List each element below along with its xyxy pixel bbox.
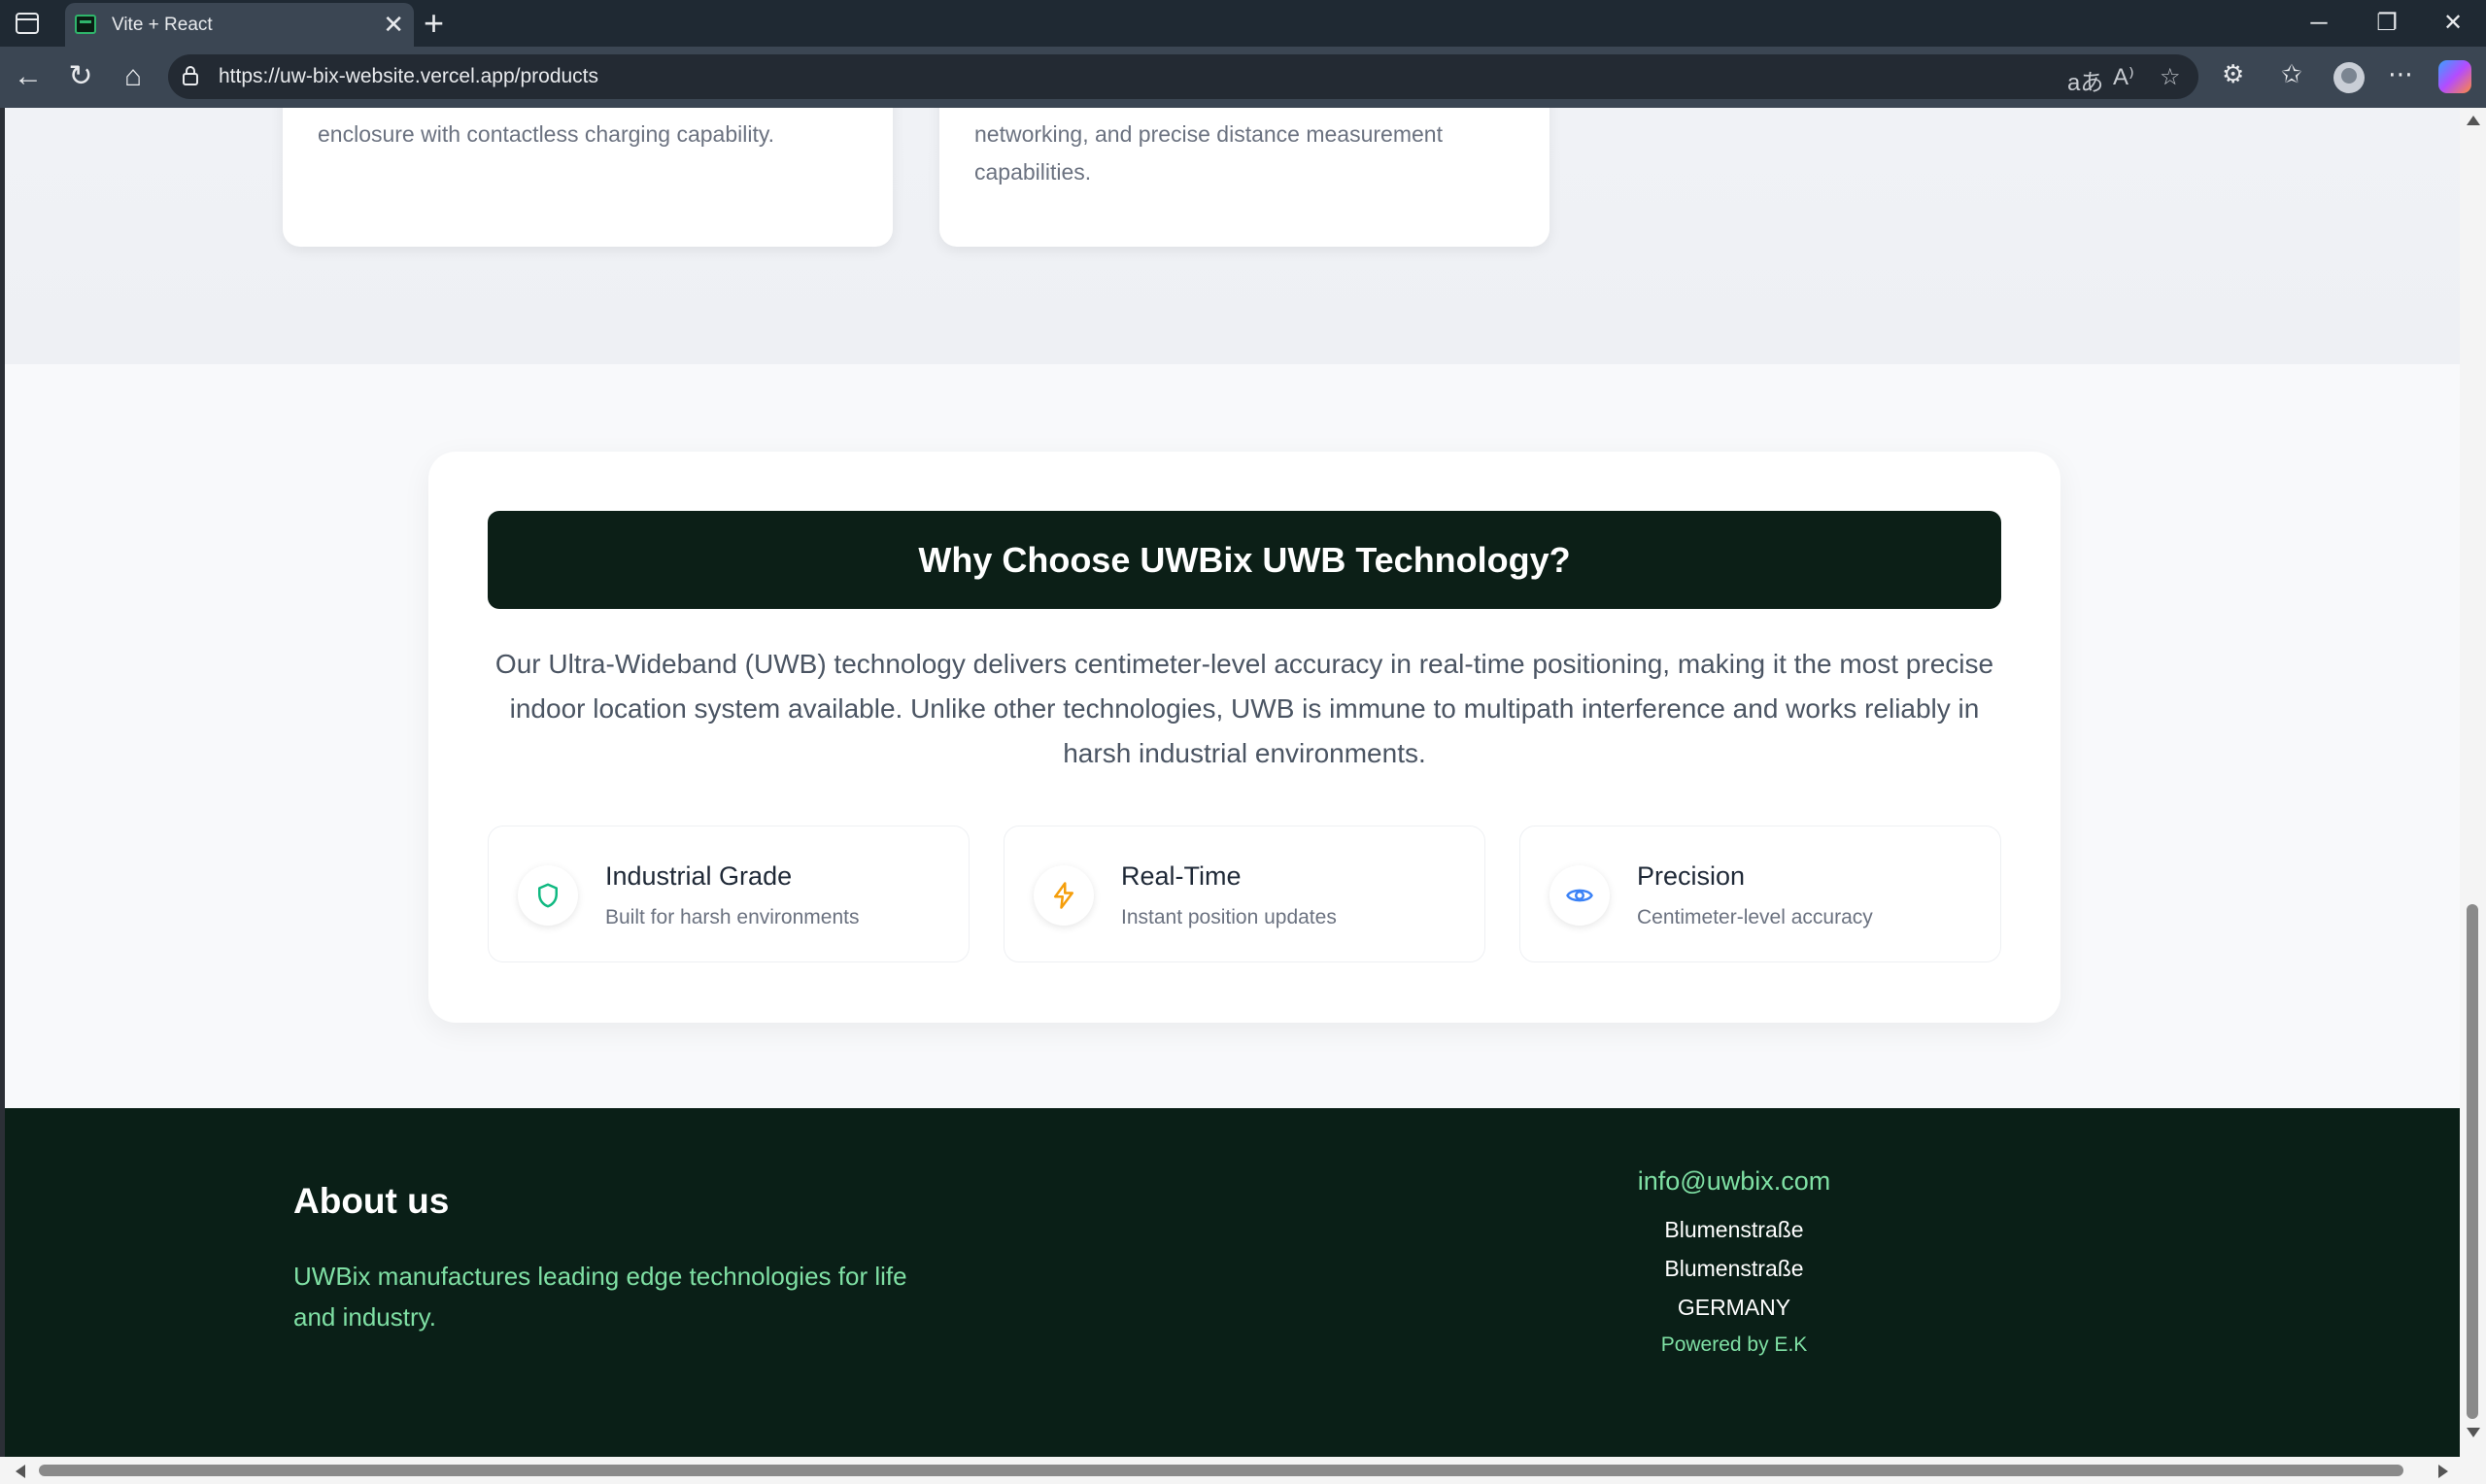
feature-title: Industrial Grade (605, 861, 793, 891)
feature-subtitle: Centimeter-level accuracy (1637, 906, 1873, 928)
horizontal-scroll-thumb[interactable] (39, 1465, 2403, 1476)
vertical-scrollbar[interactable] (2460, 108, 2486, 1457)
extensions-icon[interactable]: ⚙ (2222, 59, 2244, 89)
email-link[interactable]: info@uwbix.com (1598, 1166, 1870, 1197)
home-button[interactable]: ⌂ (116, 61, 151, 92)
lock-icon[interactable] (182, 65, 199, 86)
products-section: enclosure with contactless charging capa… (5, 108, 2460, 364)
close-window-button[interactable]: ✕ (2429, 6, 2477, 41)
scroll-down-arrow-icon[interactable] (2467, 1428, 2480, 1437)
why-choose-card: Why Choose UWBix UWB Technology? Our Ult… (428, 452, 2060, 1023)
refresh-button[interactable]: ↻ (63, 61, 98, 92)
url-field[interactable]: https://uw-bix-website.vercel.app/produc… (168, 54, 2198, 99)
lightning-icon (1054, 882, 1073, 909)
feature-subtitle: Instant position updates (1121, 906, 1337, 928)
scroll-left-arrow-icon[interactable] (16, 1465, 25, 1478)
translate-icon[interactable]: aあ (2067, 63, 2103, 97)
about-text: UWBix manufactures leading edge technolo… (293, 1262, 907, 1332)
feature-card-realtime: Real-Time Instant position updates (1004, 826, 1485, 962)
feature-icon-wrap (518, 865, 578, 926)
why-description: Our Ultra-Wideband (UWB) technology deli… (494, 649, 1994, 768)
tab-title: Vite + React (112, 15, 213, 35)
copilot-icon[interactable] (2438, 60, 2471, 93)
feature-title: Real-Time (1121, 861, 1242, 891)
why-title-bar: Why Choose UWBix UWB Technology? (488, 511, 2001, 609)
feature-icon-wrap (1034, 865, 1094, 926)
why-title: Why Choose UWBix UWB Technology? (918, 539, 1571, 580)
new-tab-button[interactable]: + (424, 4, 444, 43)
minimize-button[interactable]: ─ (2295, 6, 2343, 41)
product-card-text: networking, and precise distance measure… (974, 121, 1443, 185)
contact-block: info@uwbix.com Blumenstraße Blumenstraße… (1598, 1166, 1870, 1364)
restore-button[interactable]: ❐ (2363, 6, 2411, 41)
address-country: GERMANY (1677, 1295, 1791, 1320)
sidebar-toggle-icon[interactable] (14, 11, 41, 36)
read-aloud-icon[interactable]: A⁾ (2113, 63, 2134, 91)
page-viewport: enclosure with contactless charging capa… (5, 108, 2460, 1457)
back-button[interactable]: ← (11, 61, 46, 92)
favicon-icon (75, 15, 96, 34)
scroll-right-arrow-icon[interactable] (2438, 1465, 2448, 1478)
feature-subtitle: Built for harsh environments (605, 906, 860, 928)
product-card-text: enclosure with contactless charging capa… (318, 121, 775, 147)
tab-close-icon[interactable]: ✕ (383, 11, 404, 38)
feature-card-industrial: Industrial Grade Built for harsh environ… (488, 826, 970, 962)
eye-icon (1566, 889, 1593, 902)
product-card: enclosure with contactless charging capa… (283, 108, 893, 247)
shield-icon (538, 883, 558, 908)
feature-title: Precision (1637, 861, 1746, 891)
profile-avatar[interactable] (2333, 62, 2365, 93)
more-options-icon[interactable]: ⋯ (2388, 59, 2413, 89)
url-text: https://uw-bix-website.vercel.app/produc… (219, 65, 599, 87)
site-footer: About us UWBix manufactures leading edge… (5, 1108, 2460, 1457)
scroll-up-arrow-icon[interactable] (2467, 116, 2480, 125)
address-line: Blumenstraße (1664, 1256, 1804, 1281)
favorites-icon[interactable]: ✩ (2281, 59, 2302, 89)
horizontal-scrollbar[interactable] (0, 1457, 2486, 1484)
address-bar-row: ← ↻ ⌂ https://uw-bix-website.vercel.app/… (0, 47, 2486, 108)
browser-tab[interactable]: Vite + React ✕ (65, 3, 414, 47)
feature-card-precision: Precision Centimeter-level accuracy (1519, 826, 2001, 962)
favorite-star-icon[interactable]: ☆ (2160, 63, 2181, 91)
browser-tab-bar: Vite + React ✕ + ─ ❐ ✕ (0, 0, 2486, 47)
about-title: About us (293, 1181, 450, 1221)
address-line: Blumenstraße (1664, 1217, 1804, 1242)
powered-by: Powered by E.K (1660, 1333, 1808, 1356)
vertical-scroll-thumb[interactable] (2467, 904, 2478, 1419)
product-card: networking, and precise distance measure… (939, 108, 1549, 247)
feature-icon-wrap (1549, 865, 1610, 926)
